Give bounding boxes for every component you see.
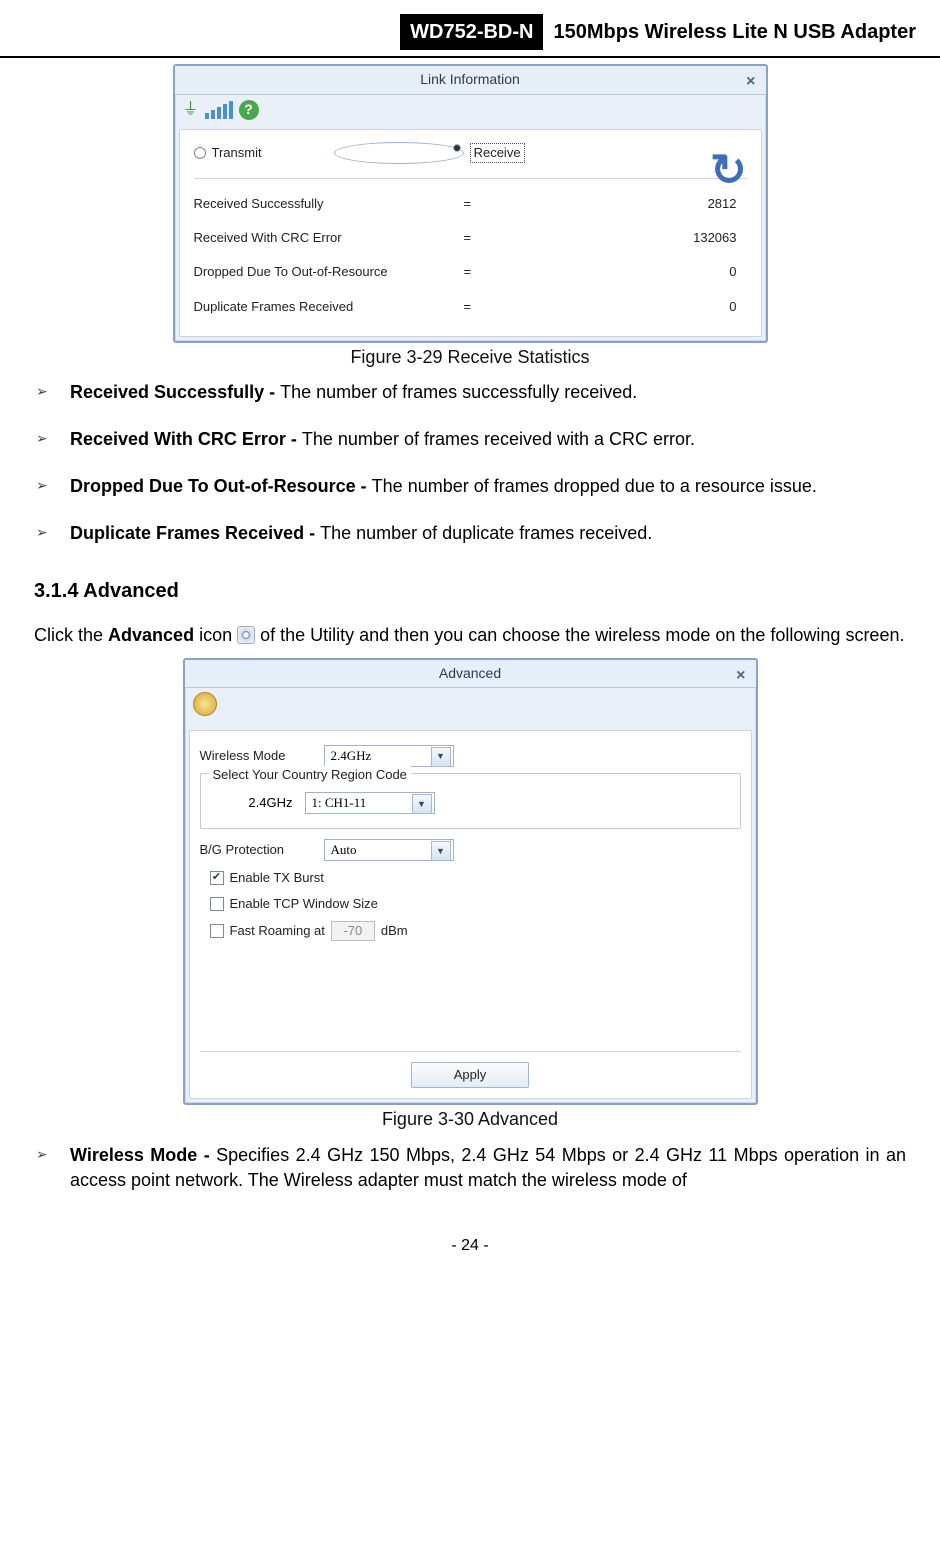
enable-tcp-window-size-row[interactable]: Enable TCP Window Size — [210, 895, 741, 913]
checkbox-label: Fast Roaming at — [230, 922, 325, 940]
link-information-window: Link Information × ⏚ ? Transmit Receive … — [173, 64, 768, 343]
equals-sign: = — [464, 195, 504, 213]
help-icon[interactable]: ? — [239, 100, 259, 120]
wireless-mode-label: Wireless Mode — [200, 747, 312, 765]
list-item: Wireless Mode - Specifies 2.4 GHz 150 Mb… — [36, 1143, 906, 1215]
stat-value: 0 — [504, 263, 747, 281]
signal-bars-icon — [205, 101, 233, 119]
checkbox-label: Enable TCP Window Size — [230, 895, 378, 913]
list-item: Received With CRC Error - The number of … — [36, 427, 906, 474]
stat-label: Received With CRC Error — [194, 229, 464, 247]
window-toolbar — [185, 688, 756, 725]
wireless-mode-row: Wireless Mode 2.4GHz — [200, 745, 741, 767]
stat-value: 132063 — [504, 229, 747, 247]
list-item: Duplicate Frames Received - The number o… — [36, 521, 906, 568]
figure-caption: Figure 3-29 Receive Statistics — [34, 343, 906, 380]
window-titlebar: Advanced × — [185, 660, 756, 689]
radio-icon — [334, 142, 464, 164]
wireless-mode-select[interactable]: 2.4GHz — [324, 745, 454, 767]
page-number: - 24 - — [0, 1215, 940, 1269]
product-description: 150Mbps Wireless Lite N USB Adapter — [553, 18, 916, 46]
page-header: WD752-BD-N 150Mbps Wireless Lite N USB A… — [0, 0, 940, 58]
receive-radio-label: Receive — [470, 143, 525, 163]
model-badge: WD752-BD-N — [400, 14, 543, 50]
link-info-body: Transmit Receive ↺ Received Successfully… — [179, 129, 762, 337]
country-region-fieldset: Select Your Country Region Code 2.4GHz 1… — [200, 773, 741, 829]
stat-label: Dropped Due To Out-of-Resource — [194, 263, 464, 281]
gear-icon — [193, 692, 217, 716]
dbm-unit-label: dBm — [381, 922, 408, 940]
stat-row: Dropped Due To Out-of-Resource = 0 — [194, 255, 747, 289]
transmit-radio[interactable]: Transmit — [194, 144, 262, 162]
window-titlebar: Link Information × — [175, 66, 766, 95]
equals-sign: = — [464, 298, 504, 316]
list-item: Received Successfully - The number of fr… — [36, 380, 906, 427]
enable-tx-burst-row[interactable]: ✔ Enable TX Burst — [210, 869, 741, 887]
bg-protection-label: B/G Protection — [200, 841, 312, 859]
advanced-body: Wireless Mode 2.4GHz Select Your Country… — [189, 730, 752, 1100]
paragraph: Click the Advanced icon of the Utility a… — [34, 623, 906, 658]
checkbox-icon: ✔ — [210, 871, 224, 885]
equals-sign: = — [464, 229, 504, 247]
stat-row: Received With CRC Error = 132063 — [194, 221, 747, 255]
figure-caption: Figure 3-30 Advanced — [34, 1105, 906, 1142]
list-item: Dropped Due To Out-of-Resource - The num… — [36, 474, 906, 521]
bullet-list: Wireless Mode - Specifies 2.4 GHz 150 Mb… — [34, 1143, 906, 1215]
bullet-list: Received Successfully - The number of fr… — [34, 380, 906, 569]
bg-protection-row: B/G Protection Auto — [200, 839, 741, 861]
close-icon[interactable]: × — [746, 71, 755, 93]
checkbox-icon — [210, 924, 224, 938]
bg-protection-select[interactable]: Auto — [324, 839, 454, 861]
window-title: Advanced — [193, 664, 748, 684]
wifi-icon: ⏚ — [183, 99, 199, 121]
stat-label: Duplicate Frames Received — [194, 298, 464, 316]
region-band-label: 2.4GHz — [213, 794, 293, 812]
equals-sign: = — [464, 263, 504, 281]
reset-icon[interactable]: ↺ — [710, 140, 747, 202]
advanced-tab-icon — [237, 626, 255, 644]
apply-row: Apply — [200, 1051, 741, 1098]
close-icon[interactable]: × — [736, 665, 745, 687]
stat-row: Received Successfully = 2812 — [194, 187, 747, 221]
status-icons-row: ⏚ ? — [175, 95, 766, 125]
advanced-window: Advanced × Wireless Mode 2.4GHz Select Y… — [183, 658, 758, 1106]
stat-row: Duplicate Frames Received = 0 — [194, 290, 747, 324]
section-heading: 3.1.4 Advanced — [34, 569, 906, 623]
checkbox-label: Enable TX Burst — [230, 869, 324, 887]
region-code-select[interactable]: 1: CH1-11 — [305, 792, 435, 814]
receive-radio[interactable]: Receive — [334, 142, 525, 164]
fast-roaming-row[interactable]: Fast Roaming at -70 dBm — [210, 921, 741, 941]
apply-button[interactable]: Apply — [411, 1062, 530, 1088]
checkbox-icon — [210, 897, 224, 911]
window-title: Link Information — [183, 70, 758, 90]
fast-roaming-dbm-input[interactable]: -70 — [331, 921, 375, 941]
transmit-radio-label: Transmit — [212, 144, 262, 162]
fieldset-legend: Select Your Country Region Code — [209, 766, 411, 784]
stat-value: 0 — [504, 298, 747, 316]
radio-icon — [194, 147, 206, 159]
stat-label: Received Successfully — [194, 195, 464, 213]
